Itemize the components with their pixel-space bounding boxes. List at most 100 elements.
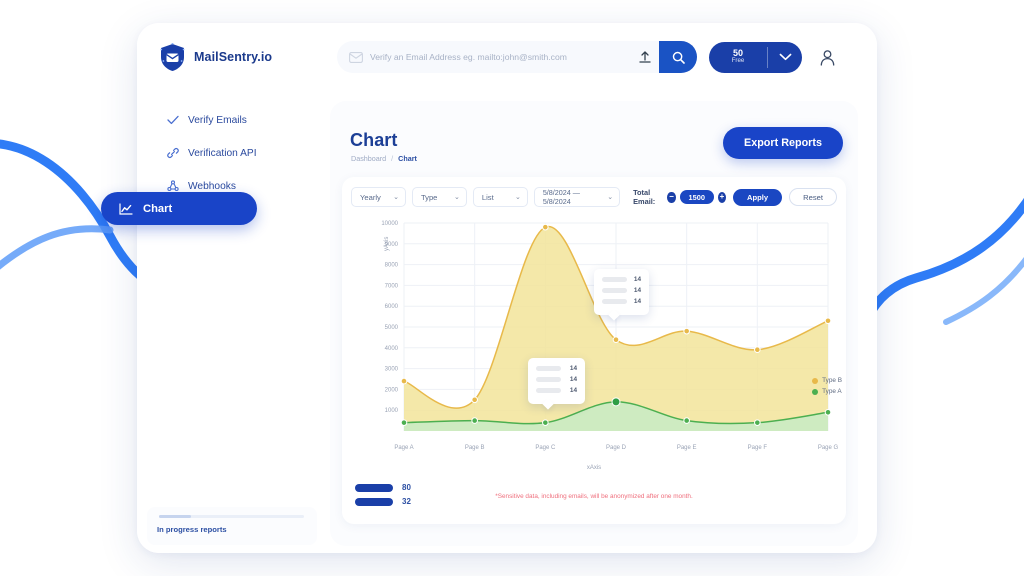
export-reports-button[interactable]: Export Reports [723,127,843,159]
app-window: MailSentry.io 50 Free [137,23,877,553]
chart-x-tick: Page E [677,445,697,451]
sidebar-item-chart[interactable]: Chart [101,192,257,225]
chart-tooltip-lower: 14 14 14 [528,358,585,404]
credits-plan: Free [709,58,767,65]
brand-name: MailSentry.io [194,50,272,64]
breadcrumb: Dashboard / Chart [351,154,417,163]
credits-dropdown-toggle[interactable] [768,53,802,61]
tooltip-value: 14 [570,365,577,372]
total-email-decrement-button[interactable]: − [667,192,675,203]
chart-data-point[interactable] [755,347,761,353]
shield-mail-icon [159,43,186,72]
top-bar: MailSentry.io 50 Free [137,23,877,91]
webhook-icon [166,180,179,193]
tooltip-placeholder-bar [536,366,561,371]
total-email-increment-button[interactable]: + [718,192,726,203]
legend-color-swatch [812,378,818,384]
in-progress-reports-panel: In progress reports [147,507,317,545]
metric-row: 32 [355,497,411,506]
sidebar-item-label: Verify Emails [188,115,247,126]
chart-x-axis-title: xAxis [587,465,601,471]
total-email-value[interactable]: 1500 [680,190,714,204]
chart-y-axis-title: yAxis [384,237,390,251]
legend-item-type-a[interactable]: Type A [812,388,842,395]
chart-data-point[interactable] [612,398,620,406]
link-icon [166,147,179,160]
tooltip-value: 14 [634,298,641,305]
chart-legend: Type B Type A [812,377,842,395]
brand: MailSentry.io [159,43,334,72]
search-icon [672,51,685,64]
chart-y-tick: 8000 [385,263,399,269]
filter-type-select[interactable]: Type ⌄ [412,187,467,207]
legend-label: Type A [822,388,842,395]
progress-bar-track [159,515,304,518]
chevron-down-icon: ⌄ [454,193,460,201]
tooltip-value: 14 [570,376,577,383]
chart-data-point[interactable] [684,328,690,334]
sidebar-item-label: Verification API [188,148,257,159]
search-input[interactable] [370,52,625,62]
chart-data-point[interactable] [543,420,549,426]
breadcrumb-current: Chart [398,154,417,163]
upload-icon[interactable] [637,49,653,65]
chart-data-point[interactable] [755,420,761,426]
filter-period-select[interactable]: Yearly ⌄ [351,187,406,207]
apply-button[interactable]: Apply [733,189,782,206]
tooltip-placeholder-bar [536,388,561,393]
main-panel: Chart Dashboard / Chart Export Reports Y… [330,101,858,546]
tooltip-value: 14 [634,276,641,283]
filter-list-select[interactable]: List ⌄ [473,187,528,207]
chart-data-point[interactable] [825,409,831,415]
tooltip-row: 14 [536,365,577,372]
filter-date-range-select[interactable]: 5/8/2024 — 5/8/2024 ⌄ [534,187,620,207]
credits-button[interactable]: 50 Free [709,42,802,73]
chart-y-tick: 4000 [385,346,399,352]
account-button[interactable] [815,45,839,69]
chart-data-point[interactable] [401,420,407,426]
chart-y-tick: 3000 [385,367,399,373]
chevron-down-icon: ⌄ [393,193,399,201]
legend-color-swatch [812,389,818,395]
progress-bar-fill [159,515,191,518]
filter-list-value: List [482,193,494,202]
legend-item-type-b[interactable]: Type B [812,377,842,384]
sidebar-item-label: Webhooks [188,181,236,192]
total-email-stepper: Total Email: − 1500 + [633,188,726,206]
chart-y-tick: 1000 [385,408,399,414]
chart-data-point[interactable] [472,418,478,424]
chart-x-tick-labels: Page APage BPage CPage DPage EPage FPage… [394,445,838,451]
chart-plot-area: 1000200030004000500060007000800090001000… [342,213,846,483]
tooltip-value: 14 [634,287,641,294]
chart-y-tick: 5000 [385,325,399,331]
breadcrumb-dashboard[interactable]: Dashboard [351,154,386,163]
reset-button[interactable]: Reset [789,188,837,206]
sidebar-item-verify-emails[interactable]: Verify Emails [166,109,323,131]
credits-amount: 50 Free [709,49,767,65]
chart-y-tick: 6000 [385,304,399,310]
chart-data-point[interactable] [472,397,478,403]
breadcrumb-separator: / [391,154,393,163]
chart-x-tick: Page A [394,445,413,451]
chart-y-tick: 7000 [385,283,399,289]
chart-x-tick: Page C [535,445,556,451]
area-chart: 1000200030004000500060007000800090001000… [342,213,846,483]
search-button[interactable] [659,41,697,73]
chart-data-point[interactable] [401,378,407,384]
chart-filter-toolbar: Yearly ⌄ Type ⌄ List ⌄ 5/8/2024 — 5/8/20… [351,185,837,209]
tooltip-row: 14 [602,298,641,305]
chart-data-point[interactable] [543,224,549,230]
chart-data-point[interactable] [825,318,831,324]
sidebar-item-verification-api[interactable]: Verification API [166,142,323,164]
chevron-down-icon: ⌄ [607,193,613,201]
metric-value: 32 [402,497,411,506]
metric-row: 80 [355,483,411,492]
tooltip-placeholder-bar [602,299,627,304]
chart-data-point[interactable] [613,337,619,343]
chart-y-tick: 10000 [381,221,398,227]
search-bar [337,41,697,73]
chart-line-icon [119,203,133,215]
tooltip-placeholder-bar [602,288,627,293]
chart-data-point[interactable] [684,418,690,424]
decorative-swoosh-right [854,190,1024,420]
